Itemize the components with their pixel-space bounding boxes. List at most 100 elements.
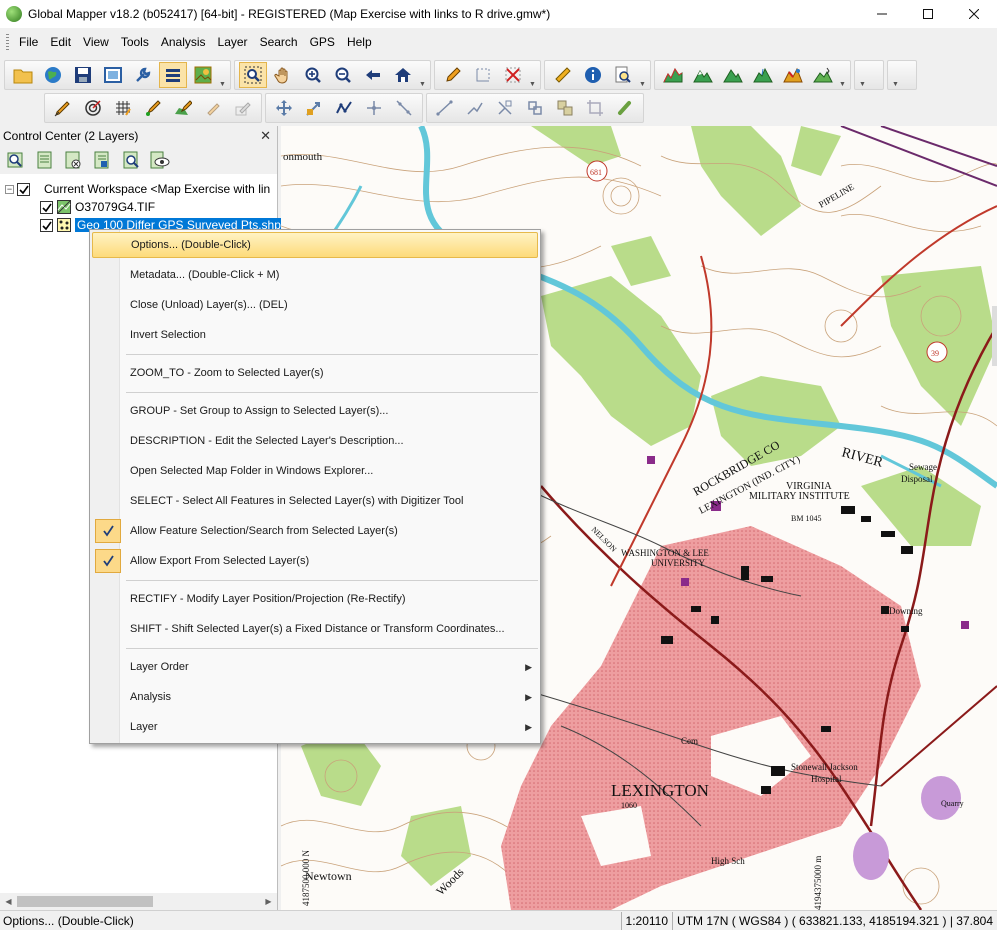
ctx-select-all[interactable]: SELECT - Select All Features in Selected…: [92, 488, 538, 514]
move-vertex-button[interactable]: [360, 95, 388, 121]
control-center-button[interactable]: [159, 62, 187, 88]
metadata-button[interactable]: [91, 149, 113, 171]
path-profile-button[interactable]: [659, 62, 687, 88]
layer-options-button[interactable]: [33, 149, 55, 171]
toolbar-dropdown[interactable]: ▼: [638, 62, 647, 88]
collapse-toggle[interactable]: −: [5, 184, 14, 194]
menu-file[interactable]: File: [13, 33, 44, 51]
split-line-button[interactable]: [390, 95, 418, 121]
map-label-wl: WASHINGTON & LEE: [621, 548, 709, 558]
ctx-options[interactable]: Options... (Double-Click): [92, 232, 538, 258]
ctx-allow-selection[interactable]: Allow Feature Selection/Search from Sele…: [92, 518, 538, 544]
layer-row-raster[interactable]: O37079G4.TIF: [40, 198, 155, 216]
search-vector-button[interactable]: [609, 62, 637, 88]
ctx-rectify[interactable]: RECTIFY - Modify Layer Position/Projecti…: [92, 586, 538, 612]
maximize-button[interactable]: [905, 0, 951, 28]
ctx-layer[interactable]: Layer ▶: [92, 714, 538, 740]
scale-feature-button[interactable]: [491, 95, 519, 121]
toolbar-dropdown[interactable]: ▼: [528, 62, 537, 88]
pan-tool-button[interactable]: [269, 62, 297, 88]
menu-gps[interactable]: GPS: [304, 33, 341, 51]
configure-button[interactable]: [129, 62, 157, 88]
open-file-button[interactable]: [9, 62, 37, 88]
grid-button[interactable]: [109, 95, 137, 121]
connect-line-button[interactable]: [330, 95, 358, 121]
toolbar-dropdown[interactable]: ▼: [891, 62, 900, 88]
scroll-thumb[interactable]: [17, 896, 154, 907]
zoom-in-button[interactable]: [299, 62, 327, 88]
ctx-group[interactable]: GROUP - Set Group to Assign to Selected …: [92, 398, 538, 424]
draw-point-button[interactable]: [139, 95, 167, 121]
close-window-button[interactable]: [951, 0, 997, 28]
toggle-visibility-button[interactable]: [149, 149, 171, 171]
menu-view[interactable]: View: [77, 33, 115, 51]
create-contours-button[interactable]: [719, 62, 747, 88]
ctx-description[interactable]: DESCRIPTION - Edit the Selected Layer's …: [92, 428, 538, 454]
search-layer-button[interactable]: [120, 149, 142, 171]
combine-terrain-button[interactable]: [779, 62, 807, 88]
close-layer-button[interactable]: [62, 149, 84, 171]
draw-area-button[interactable]: [169, 95, 197, 121]
save-button[interactable]: [69, 62, 97, 88]
scroll-track[interactable]: [17, 893, 260, 910]
view-shed-button[interactable]: [689, 62, 717, 88]
full-view-button[interactable]: [389, 62, 417, 88]
menu-help[interactable]: Help: [341, 33, 378, 51]
control-center-close-button[interactable]: ✕: [260, 128, 271, 144]
toolbar-dropdown[interactable]: ▼: [838, 62, 847, 88]
minimize-button[interactable]: [859, 0, 905, 28]
toolbar-dropdown[interactable]: ▼: [218, 62, 227, 88]
print-button[interactable]: [99, 62, 127, 88]
scroll-left-arrow-icon[interactable]: ◀: [0, 893, 17, 910]
ctx-allow-export[interactable]: Allow Export From Selected Layer(s): [92, 548, 538, 574]
global-mapper-logo-icon: [6, 6, 22, 22]
volume-button[interactable]: [809, 62, 837, 88]
draw-line-button[interactable]: [49, 95, 77, 121]
menu-layer[interactable]: Layer: [212, 33, 254, 51]
watershed-button[interactable]: [749, 62, 777, 88]
insert-vertex-button[interactable]: [431, 95, 459, 121]
move-feature-button[interactable]: [270, 95, 298, 121]
menu-grip[interactable]: [6, 34, 9, 50]
menu-analysis[interactable]: Analysis: [155, 33, 212, 51]
delete-feature-button[interactable]: [499, 62, 527, 88]
menu-search[interactable]: Search: [254, 33, 304, 51]
toolbar-dropdown[interactable]: ▼: [418, 62, 427, 88]
previous-view-button[interactable]: [359, 62, 387, 88]
edit-vertex-button[interactable]: [199, 95, 227, 121]
overview-map-button[interactable]: [189, 62, 217, 88]
digitizer-tool-button[interactable]: [439, 62, 467, 88]
zoom-to-layer-button[interactable]: [4, 149, 26, 171]
ctx-analysis[interactable]: Analysis ▶: [92, 684, 538, 710]
zoom-tool-button[interactable]: [239, 62, 267, 88]
ctx-open-folder[interactable]: Open Selected Map Folder in Windows Expl…: [92, 458, 538, 484]
ctx-layer-order[interactable]: Layer Order ▶: [92, 654, 538, 680]
workspace-checkbox[interactable]: [17, 182, 30, 196]
ctx-close-layer[interactable]: Close (Unload) Layer(s)... (DEL): [92, 292, 538, 318]
select-area-button[interactable]: [469, 62, 497, 88]
layer-checkbox[interactable]: [40, 200, 53, 214]
crop-feature-button[interactable]: [581, 95, 609, 121]
copy-feature-button[interactable]: [551, 95, 579, 121]
scroll-right-arrow-icon[interactable]: ▶: [260, 893, 277, 910]
layer-checkbox[interactable]: [40, 218, 53, 232]
range-ring-button[interactable]: [79, 95, 107, 121]
rotate-feature-button[interactable]: [521, 95, 549, 121]
ctx-invert-selection[interactable]: Invert Selection: [92, 322, 538, 348]
resize-feature-button[interactable]: [300, 95, 328, 121]
workspace-node[interactable]: − Current Workspace <Map Exercise with l…: [5, 180, 270, 198]
ctx-metadata[interactable]: Metadata... (Double-Click + M): [92, 262, 538, 288]
toolbar-dropdown[interactable]: ▼: [858, 62, 867, 88]
feature-info-button[interactable]: [579, 62, 607, 88]
horizontal-scrollbar[interactable]: ◀ ▶: [0, 893, 277, 910]
attach-file-button[interactable]: [611, 95, 639, 121]
ctx-zoom-to[interactable]: ZOOM_TO - Zoom to Selected Layer(s): [92, 360, 538, 386]
delete-vertex-button[interactable]: [461, 95, 489, 121]
menu-edit[interactable]: Edit: [44, 33, 77, 51]
zoom-out-button[interactable]: [329, 62, 357, 88]
measure-tool-button[interactable]: [549, 62, 577, 88]
edit-feature-button[interactable]: [229, 95, 257, 121]
online-data-button[interactable]: [39, 62, 67, 88]
ctx-shift[interactable]: SHIFT - Shift Selected Layer(s) a Fixed …: [92, 616, 538, 642]
menu-tools[interactable]: Tools: [115, 33, 155, 51]
